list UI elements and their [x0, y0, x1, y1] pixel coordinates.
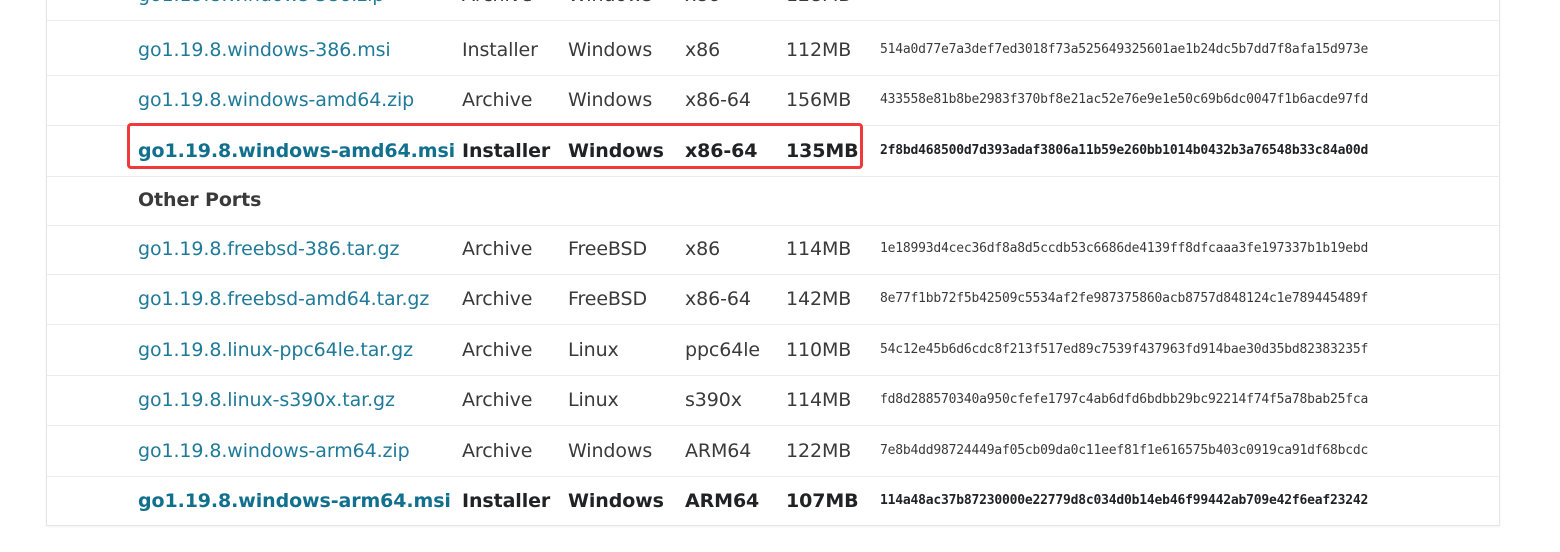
os-cell: Windows	[568, 440, 653, 462]
table-row: go1.19.8.windows-arm64.zip Archive Windo…	[47, 426, 1499, 477]
size-cell: 110MB	[786, 339, 852, 361]
file-link[interactable]: go1.19.8.windows-386.zip	[138, 0, 384, 20]
checksum-cell: 54c12e45b6d6cdc8f213f517ed89c7539f437963…	[880, 342, 1369, 357]
file-link[interactable]: go1.19.8.windows-arm64.msi	[138, 476, 451, 526]
checksum-cell: 7e8b4dd98724449af05cb09da0c11eef81f1e616…	[880, 443, 1369, 458]
kind-cell: Archive	[462, 288, 533, 310]
kind-cell: Archive	[462, 389, 533, 411]
table-row: go1.19.8.windows-386.msi Installer Windo…	[47, 25, 1499, 76]
table-row: go1.19.8.freebsd-amd64.tar.gz Archive Fr…	[47, 274, 1499, 325]
arch-cell: x86-64	[685, 140, 758, 162]
kind-cell: Installer	[462, 490, 551, 512]
arch-cell: x86-64	[685, 288, 751, 310]
table-row: go1.19.8.linux-s390x.tar.gz Archive Linu…	[47, 375, 1499, 426]
os-cell: Windows	[568, 490, 664, 512]
section-heading-row: Other Ports	[47, 175, 1499, 226]
os-cell: Windows	[568, 39, 653, 61]
os-cell: Linux	[568, 339, 619, 361]
os-cell: FreeBSD	[568, 238, 648, 260]
size-cell: 156MB	[786, 89, 852, 111]
arch-cell: x86-64	[685, 89, 751, 111]
checksum-cell: 114a48ac37b87230000e22779d8c034d0b14eb46…	[880, 493, 1369, 508]
kind-cell: Installer	[462, 39, 538, 61]
file-link[interactable]: go1.19.8.linux-ppc64le.tar.gz	[138, 325, 413, 375]
table-row: go1.19.8.linux-ppc64le.tar.gz Archive Li…	[47, 325, 1499, 376]
os-cell: Linux	[568, 389, 619, 411]
file-link[interactable]: go1.19.8.windows-386.msi	[138, 25, 391, 75]
checksum-cell: 8e77f1bb72f5b42509c5534af2fe987375860acb…	[880, 291, 1369, 306]
os-cell: FreeBSD	[568, 288, 648, 310]
checksum-cell: fd8d288570340a950cfefe1797c4ab6dfd6bdbb2…	[880, 392, 1369, 407]
os-cell: Windows	[568, 0, 652, 20]
table-row-featured: go1.19.8.windows-arm64.msi Installer Win…	[47, 476, 1499, 526]
arch-cell: ppc64le	[685, 339, 761, 361]
downloads-table: go1.19.8.windows-386.zip Archive Windows…	[46, 0, 1500, 526]
file-link[interactable]: go1.19.8.linux-s390x.tar.gz	[138, 375, 395, 425]
size-cell: 112MB	[786, 39, 852, 61]
table-row-featured: go1.19.8.windows-amd64.msi Installer Win…	[47, 126, 1499, 177]
kind-cell: Archive	[462, 238, 533, 260]
checksum-cell: 433558e81b8be2983f370bf8e21ac52e76e9e1e5…	[880, 92, 1369, 107]
size-cell: 128MB	[786, 0, 851, 20]
size-cell: 114MB	[786, 389, 852, 411]
table-row: go1.19.8.freebsd-386.tar.gz Archive Free…	[47, 224, 1499, 275]
size-cell: 122MB	[786, 440, 852, 462]
checksum-cell: 2f8bd468500d7d393adaf3806a11b59e260bb101…	[880, 143, 1369, 158]
checksum-cell: c9ceb1443cbe01ad817b1174cc20d07d37a78183…	[880, 0, 1368, 20]
kind-cell: Archive	[462, 0, 533, 20]
checksum-cell: 514a0d77e7a3def7ed3018f73a525649325601ae…	[880, 42, 1369, 57]
file-link[interactable]: go1.19.8.windows-amd64.msi	[138, 126, 455, 176]
kind-cell: Archive	[462, 440, 533, 462]
checksum-cell: 1e18993d4cec36df8a8d5ccdb53c6686de4139ff…	[880, 241, 1369, 256]
table-row: go1.19.8.windows-amd64.zip Archive Windo…	[47, 75, 1499, 126]
arch-cell: x86	[685, 39, 721, 61]
file-link[interactable]: go1.19.8.freebsd-386.tar.gz	[138, 224, 399, 274]
file-link[interactable]: go1.19.8.windows-amd64.zip	[138, 75, 414, 125]
size-cell: 114MB	[786, 238, 852, 260]
kind-cell: Archive	[462, 89, 533, 111]
kind-cell: Archive	[462, 339, 533, 361]
file-link[interactable]: go1.19.8.freebsd-amd64.tar.gz	[138, 274, 429, 324]
table-row: go1.19.8.windows-386.zip Archive Windows…	[47, 0, 1499, 21]
size-cell: 135MB	[786, 140, 859, 162]
arch-cell: x86	[685, 238, 721, 260]
arch-cell: s390x	[685, 389, 742, 411]
section-heading: Other Ports	[138, 189, 262, 211]
os-cell: Windows	[568, 89, 653, 111]
arch-cell: ARM64	[685, 490, 760, 512]
file-link[interactable]: go1.19.8.windows-arm64.zip	[138, 426, 410, 476]
arch-cell: ARM64	[685, 440, 752, 462]
arch-cell: x86	[685, 0, 720, 20]
size-cell: 107MB	[786, 490, 859, 512]
os-cell: Windows	[568, 140, 664, 162]
size-cell: 142MB	[786, 288, 852, 310]
kind-cell: Installer	[462, 140, 551, 162]
